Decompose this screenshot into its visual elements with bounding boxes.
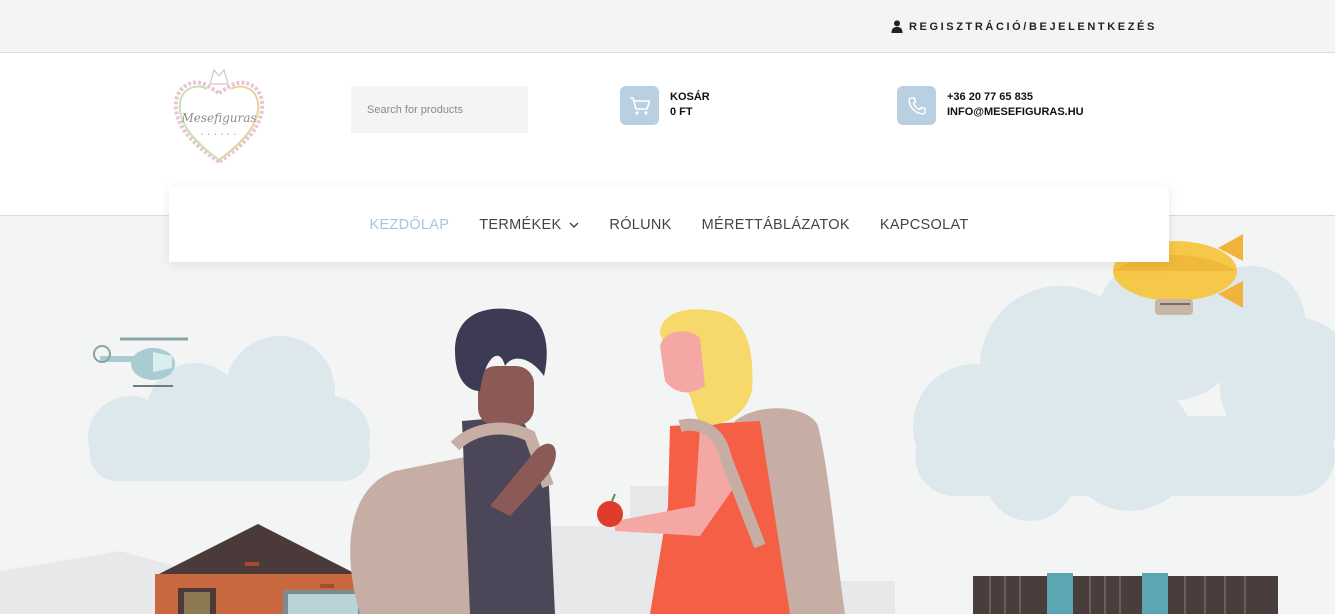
top-bar: REGISZTRÁCIÓ/BEJELENTKEZÉS: [0, 0, 1335, 53]
phone-icon: [907, 96, 926, 115]
chevron-down-icon: [569, 222, 579, 228]
nav-item-label: KEZDŐLAP: [369, 216, 450, 233]
contact-email[interactable]: INFO@MESEFIGURAS.HU: [947, 105, 1084, 120]
nav-item-label: MÉRETTÁBLÁZATOK: [701, 216, 850, 233]
cart-summary[interactable]: KOSÁR 0 FT: [670, 90, 710, 120]
phone-button[interactable]: [897, 86, 936, 125]
nav-item-label: RÓLUNK: [609, 216, 672, 233]
search-input[interactable]: [351, 86, 528, 133]
user-icon: [891, 20, 903, 33]
contact-info: +36 20 77 65 835 INFO@MESEFIGURAS.HU: [947, 90, 1084, 120]
svg-text:Mesefiguras: Mesefiguras: [180, 111, 256, 125]
nav-item-size-charts[interactable]: MÉRETTÁBLÁZATOK: [702, 217, 850, 233]
cart-icon: [629, 96, 650, 115]
cart-label: KOSÁR: [670, 91, 710, 103]
hero-illustration: [0, 216, 1335, 614]
nav-item-contact[interactable]: KAPCSOLAT: [880, 217, 969, 233]
shop-building-illustration: [973, 573, 1278, 614]
nav-item-label: TERMÉKEK: [479, 216, 562, 233]
main-nav: KEZDŐLAP TERMÉKEK RÓLUNK MÉRETTÁBLÁZATOK…: [169, 187, 1169, 262]
cart-button[interactable]: [620, 86, 659, 125]
nav-item-home[interactable]: KEZDŐLAP: [369, 217, 449, 233]
account-link[interactable]: REGISZTRÁCIÓ/BEJELENTKEZÉS: [891, 20, 1157, 33]
nav-item-label: KAPCSOLAT: [879, 216, 969, 233]
nav-item-about[interactable]: RÓLUNK: [609, 217, 671, 233]
svg-text:• • • • • •: • • • • • •: [201, 132, 238, 138]
site-logo[interactable]: Mesefiguras • • • • • •: [170, 62, 268, 172]
nav-item-products[interactable]: TERMÉKEK: [479, 217, 579, 233]
contact-phone[interactable]: +36 20 77 65 835: [947, 90, 1084, 105]
cart-amount: 0 FT: [670, 106, 693, 118]
account-link-label: REGISZTRÁCIÓ/BEJELENTKEZÉS: [909, 20, 1157, 33]
